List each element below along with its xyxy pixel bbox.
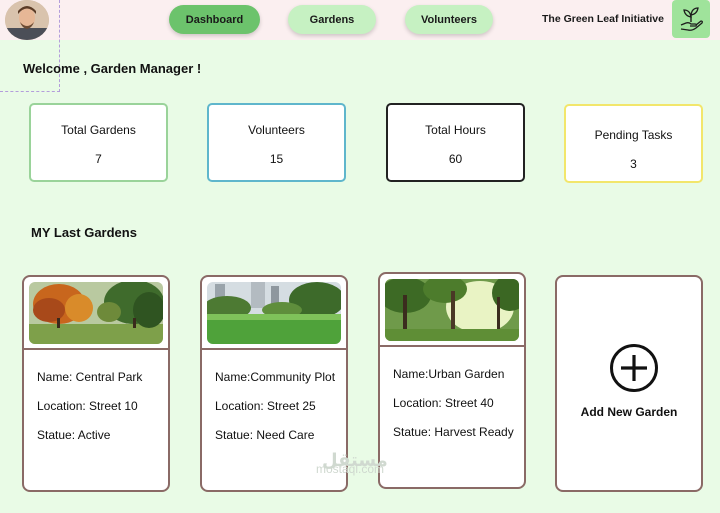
garden-name: Name:Urban Garden — [393, 367, 505, 381]
card-divider — [24, 348, 168, 350]
stat-card-volunteers: Volunteers 15 — [207, 103, 346, 182]
garden-location: Location: Street 25 — [215, 399, 316, 413]
card-divider — [202, 348, 346, 350]
garden-location: Location: Street 40 — [393, 396, 494, 410]
garden-status: Statue: Harvest Ready — [393, 425, 514, 439]
welcome-heading: Welcome , Garden Manager ! — [23, 61, 202, 76]
add-new-garden-card[interactable]: Add New Garden — [555, 275, 703, 492]
garden-name: Name: Central Park — [37, 370, 143, 384]
garden-status: Statue: Need Care — [215, 428, 315, 442]
stat-value: 60 — [448, 152, 463, 166]
stat-value: 15 — [269, 152, 284, 166]
garden-name: Name:Community Plot — [215, 370, 336, 384]
garden-location: Location: Street 10 — [37, 399, 138, 413]
stat-label: Pending Tasks — [594, 128, 673, 142]
garden-photo — [207, 282, 341, 344]
card-divider — [380, 345, 524, 347]
avatar[interactable] — [5, 0, 49, 40]
stat-card-pending-tasks: Pending Tasks 3 — [564, 104, 703, 183]
garden-status: Statue: Active — [37, 428, 111, 442]
nav-volunteers-button[interactable]: Volunteers — [405, 5, 493, 34]
hand-plant-icon[interactable] — [672, 0, 710, 38]
watermark: mostaql.com — [316, 462, 385, 476]
org-name: The Green Leaf Initiative — [542, 13, 664, 25]
plus-circle-icon[interactable] — [609, 343, 659, 393]
add-new-garden-label: Add New Garden — [580, 405, 678, 419]
stat-value: 7 — [95, 152, 102, 166]
stat-card-total-gardens: Total Gardens 7 — [29, 103, 168, 182]
garden-card-central-park[interactable]: Name: Central Park Location: Street 10 S… — [22, 275, 170, 492]
stat-label: Volunteers — [248, 123, 305, 137]
nav-gardens-button[interactable]: Gardens — [288, 5, 376, 34]
stat-card-total-hours: Total Hours 60 — [386, 103, 525, 182]
garden-photo — [29, 282, 163, 344]
stat-label: Total Gardens — [61, 123, 136, 137]
stat-label: Total Hours — [425, 123, 486, 137]
nav-dashboard-button[interactable]: Dashboard — [169, 5, 260, 34]
garden-photo — [385, 279, 519, 341]
section-title: MY Last Gardens — [31, 225, 137, 240]
stat-value: 3 — [630, 157, 637, 171]
garden-card-urban-garden[interactable]: Name:Urban Garden Location: Street 40 St… — [378, 272, 526, 489]
